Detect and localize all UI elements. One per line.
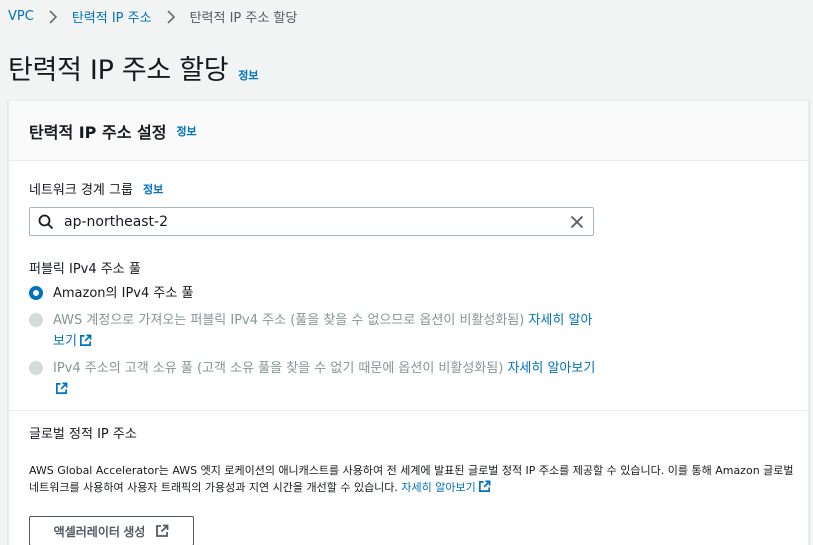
create-accelerator-label: 액셀러레이터 생성 (53, 524, 146, 539)
radio-option-amazon-pool[interactable]: Amazon의 IPv4 주소 풀 (29, 283, 788, 304)
breadcrumb-elastic-ip-link[interactable]: 탄력적 IP 주소 (72, 7, 152, 26)
radio-button-selected[interactable] (29, 286, 43, 300)
page-header: 탄력적 IP 주소 할당 정보 (8, 48, 259, 87)
external-link-icon (155, 524, 169, 538)
chevron-right-icon (46, 9, 60, 24)
chevron-right-icon (164, 9, 178, 24)
radio-option-byoip-pool: AWS 계정으로 가져오는 퍼블릭 IPv4 주소 (풀을 찾을 수 없으므로 … (29, 310, 788, 352)
public-pool-label: 퍼블릭 IPv4 주소 풀 (29, 262, 141, 277)
radio-option-customer-owned-pool: IPv4 주소의 고객 소유 풀 (고객 소유 풀을 찾을 수 없기 때문에 옵… (29, 358, 788, 400)
external-link-icon[interactable] (55, 381, 68, 394)
breadcrumb-current: 탄력적 IP 주소 할당 (189, 11, 298, 26)
clear-icon[interactable] (569, 214, 585, 230)
radio-button-disabled (29, 361, 43, 375)
panel-info-link[interactable]: 정보 (176, 123, 196, 139)
panel-header: 탄력적 IP 주소 설정 정보 (9, 101, 808, 161)
breadcrumb-vpc-link[interactable]: VPC (8, 9, 34, 24)
radio-option-label: IPv4 주소의 고객 소유 풀 (고객 소유 풀을 찾을 수 없기 때문에 옵… (53, 361, 508, 376)
radio-button-disabled (29, 313, 43, 327)
page-info-link[interactable]: 정보 (238, 67, 258, 83)
network-border-group-label: 네트워크 경계 그룹 (29, 183, 133, 198)
network-border-group-section: 네트워크 경계 그룹 정보 ap-northeast-2 퍼블릭 IPv4 주소… (9, 179, 808, 400)
external-link-icon[interactable] (478, 480, 491, 493)
elastic-ip-settings-panel: 탄력적 IP 주소 설정 정보 네트워크 경계 그룹 정보 ap-northea… (8, 100, 809, 545)
page-title: 탄력적 IP 주소 할당 (8, 55, 229, 86)
network-border-group-info-link[interactable]: 정보 (143, 181, 163, 197)
panel-title: 탄력적 IP 주소 설정 (29, 122, 167, 142)
global-static-ip-title: 글로벌 정적 IP 주소 (29, 427, 137, 442)
radio-option-label: AWS 계정으로 가져오는 퍼블릭 IPv4 주소 (풀을 찾을 수 없으므로 … (53, 313, 529, 328)
network-border-group-search-input[interactable]: ap-northeast-2 (29, 207, 594, 236)
search-icon (38, 214, 54, 230)
global-learn-more-link[interactable]: 자세히 알아보기 (401, 481, 475, 494)
public-pool-radio-group: Amazon의 IPv4 주소 풀 AWS 계정으로 가져오는 퍼블릭 IPv4… (29, 283, 788, 400)
external-link-icon[interactable] (79, 333, 92, 346)
network-border-group-value: ap-northeast-2 (64, 213, 169, 230)
create-accelerator-button[interactable]: 액셀러레이터 생성 (29, 516, 194, 545)
global-static-ip-section: 글로벌 정적 IP 주소 AWS Global Accelerator는 AWS… (9, 423, 808, 545)
learn-more-link[interactable]: 자세히 알아보기 (507, 361, 595, 376)
breadcrumb: VPC 탄력적 IP 주소 탄력적 IP 주소 할당 (8, 7, 297, 26)
radio-option-label: Amazon의 IPv4 주소 풀 (53, 286, 194, 301)
section-divider (9, 410, 808, 411)
